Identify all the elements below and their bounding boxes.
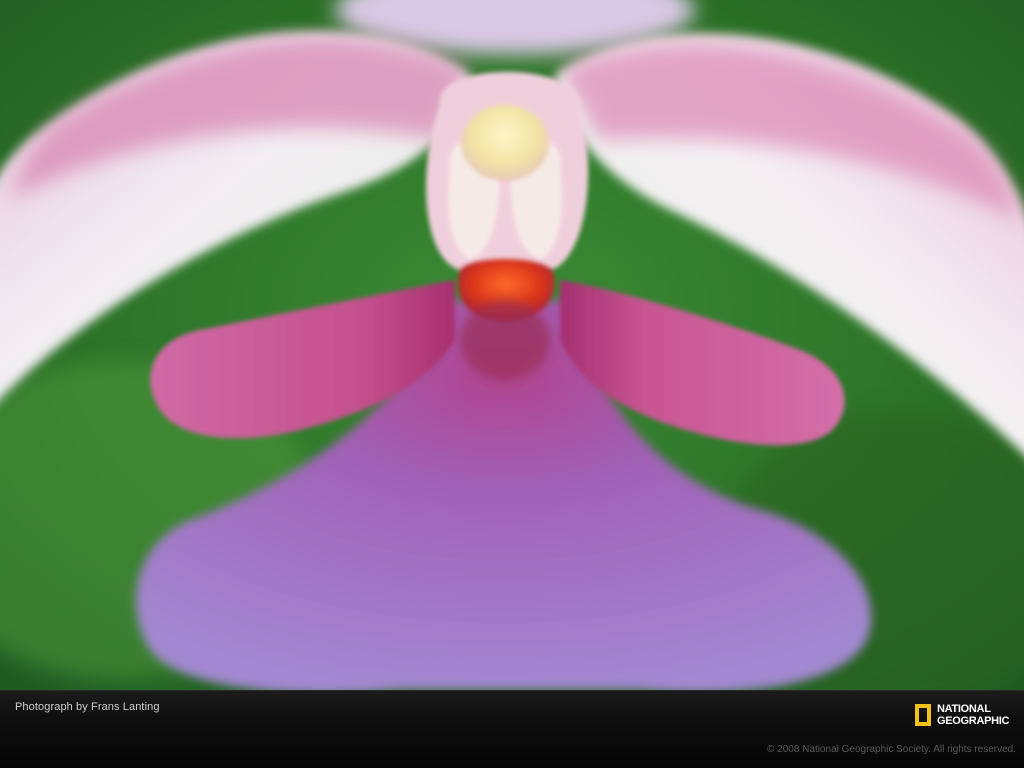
logo-wordmark: NATIONAL GEOGRAPHIC	[937, 703, 1009, 727]
orchid-photo	[0, 0, 1024, 690]
yellow-frame-icon	[915, 704, 931, 726]
copyright-notice: © 2008 National Geographic Society. All …	[767, 744, 1016, 755]
national-geographic-logo: NATIONAL GEOGRAPHIC	[915, 701, 1009, 729]
logo-line-2: GEOGRAPHIC	[937, 715, 1010, 727]
logo-line-1: NATIONAL	[937, 703, 991, 715]
anther-cap	[461, 105, 549, 181]
wallpaper: Photograph by Frans Lanting NATIONAL GEO…	[0, 0, 1024, 768]
photo-credit: Photograph by Frans Lanting	[15, 701, 160, 713]
orchid-image	[0, 0, 1024, 690]
caption-bar: Photograph by Frans Lanting NATIONAL GEO…	[0, 690, 1024, 768]
